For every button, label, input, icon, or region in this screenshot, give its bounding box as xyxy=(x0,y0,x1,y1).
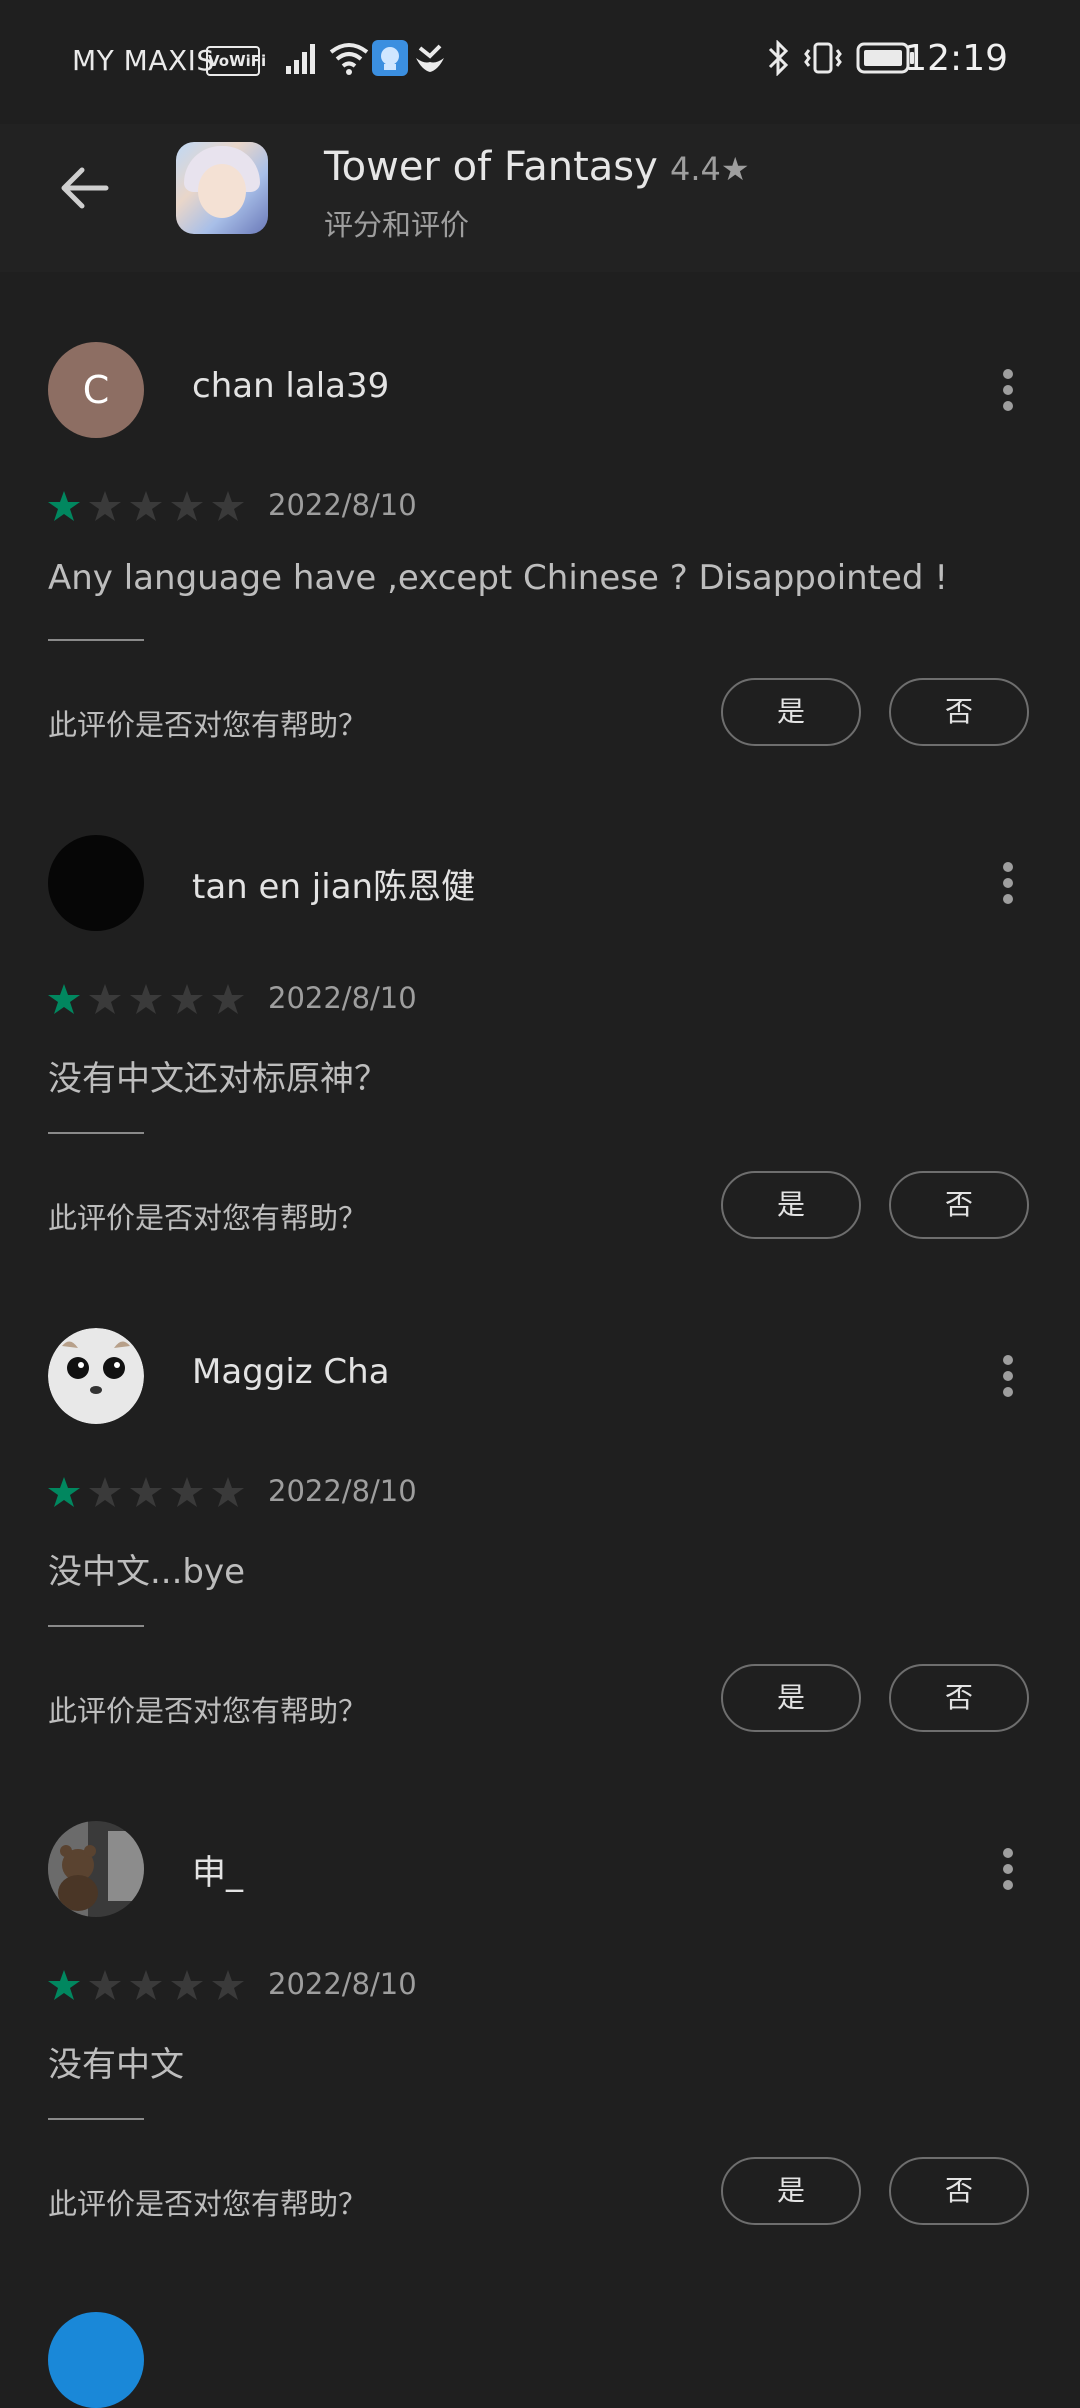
more-options-icon[interactable] xyxy=(992,366,1024,414)
star-filled-icon xyxy=(48,491,80,521)
clock: 12:19 xyxy=(904,38,1008,79)
review-card: Maggiz Cha 2022/8/10 没中文...bye 此评价是否对您有帮… xyxy=(0,1328,1080,1821)
star-empty-icon xyxy=(212,984,244,1014)
star-empty-icon xyxy=(171,491,203,521)
divider xyxy=(48,1625,144,1627)
star-empty-icon xyxy=(130,984,162,1014)
star-empty-icon xyxy=(130,1477,162,1507)
status-bar: MY MAXIS VoWiFi 12:19 xyxy=(0,0,1080,124)
helpful-no-button[interactable]: 否 xyxy=(889,1171,1029,1239)
star-empty-icon xyxy=(89,984,121,1014)
helpful-no-button[interactable]: 否 xyxy=(889,678,1029,746)
more-options-icon[interactable] xyxy=(992,859,1024,907)
app-icon xyxy=(176,142,268,234)
more-options-icon[interactable] xyxy=(992,1352,1024,1400)
wifi-icon xyxy=(329,43,369,75)
star-rating xyxy=(48,984,244,1014)
helpful-no-button[interactable]: 否 xyxy=(889,2157,1029,2225)
avatar: C xyxy=(48,342,144,438)
review-text: 没有中文 xyxy=(48,2045,184,2085)
star-filled-icon xyxy=(48,1970,80,2000)
review-text: 没中文...bye xyxy=(48,1552,246,1592)
back-arrow-icon[interactable] xyxy=(56,160,112,216)
star-empty-icon xyxy=(89,1477,121,1507)
review-card: C chan lala39 2022/8/10 Any language hav… xyxy=(0,342,1080,835)
carrier-name: MY MAXIS xyxy=(72,44,215,77)
star-filled-icon xyxy=(48,984,80,1014)
page-subtitle: 评分和评价 xyxy=(324,208,470,242)
star-rating xyxy=(48,1477,244,1507)
helpful-no-button[interactable]: 否 xyxy=(889,1664,1029,1732)
star-empty-icon xyxy=(212,491,244,521)
star-empty-icon xyxy=(212,1970,244,2000)
helpful-prompt: 此评价是否对您有帮助？ xyxy=(48,1201,368,1235)
signal-icon xyxy=(286,44,315,74)
review-author: 申_ xyxy=(192,1853,243,1893)
vowifi-badge: VoWiFi xyxy=(206,46,266,76)
vibrate-icon xyxy=(804,42,842,74)
app-header: Tower of Fantasy 4.4★ 评分和评价 xyxy=(0,124,1080,272)
star-rating xyxy=(48,1970,244,2000)
review-author: Maggiz Cha xyxy=(192,1352,390,1392)
app-rating: 4.4★ xyxy=(670,150,750,188)
review-date: 2022/8/10 xyxy=(268,488,417,522)
bluetooth-icon xyxy=(768,40,789,76)
review-date: 2022/8/10 xyxy=(268,1474,417,1508)
review-author: chan lala39 xyxy=(192,366,390,406)
avatar xyxy=(48,1328,144,1424)
helpful-yes-button[interactable]: 是 xyxy=(721,1664,861,1732)
star-filled-icon xyxy=(48,1477,80,1507)
helpful-prompt: 此评价是否对您有帮助？ xyxy=(48,2187,368,2221)
star-empty-icon xyxy=(89,1970,121,2000)
star-empty-icon xyxy=(171,1477,203,1507)
review-text: Any language have ,except Chinese ? Disa… xyxy=(48,558,948,598)
avatar xyxy=(48,835,144,931)
star-empty-icon xyxy=(212,1477,244,1507)
review-date: 2022/8/10 xyxy=(268,1967,417,2001)
divider xyxy=(48,1132,144,1134)
star-empty-icon xyxy=(89,491,121,521)
app-title: Tower of Fantasy xyxy=(324,144,658,190)
helpful-yes-button[interactable]: 是 xyxy=(721,678,861,746)
star-rating xyxy=(48,491,244,521)
helpful-yes-button[interactable]: 是 xyxy=(721,1171,861,1239)
review-text: 没有中文还对标原神？ xyxy=(48,1059,388,1099)
review-card: tan en jian陈恩健 2022/8/10 没有中文还对标原神？ 此评价是… xyxy=(0,835,1080,1328)
avatar xyxy=(48,1821,144,1917)
more-options-icon[interactable] xyxy=(992,1845,1024,1893)
app-notification-icon xyxy=(416,44,444,72)
star-empty-icon xyxy=(130,1970,162,2000)
star-empty-icon xyxy=(130,491,162,521)
helpful-yes-button[interactable]: 是 xyxy=(721,2157,861,2225)
helpful-prompt: 此评价是否对您有帮助？ xyxy=(48,1694,368,1728)
helpful-prompt: 此评价是否对您有帮助？ xyxy=(48,708,368,742)
avatar xyxy=(48,2312,144,2408)
star-empty-icon xyxy=(171,1970,203,2000)
star-empty-icon xyxy=(171,984,203,1014)
divider xyxy=(48,639,144,641)
divider xyxy=(48,2118,144,2120)
review-date: 2022/8/10 xyxy=(268,981,417,1015)
review-card: 申_ 2022/8/10 没有中文 此评价是否对您有帮助？ 是 否 xyxy=(0,1821,1080,2314)
review-author: tan en jian陈恩健 xyxy=(192,867,476,907)
app-notification-icon xyxy=(372,40,408,76)
